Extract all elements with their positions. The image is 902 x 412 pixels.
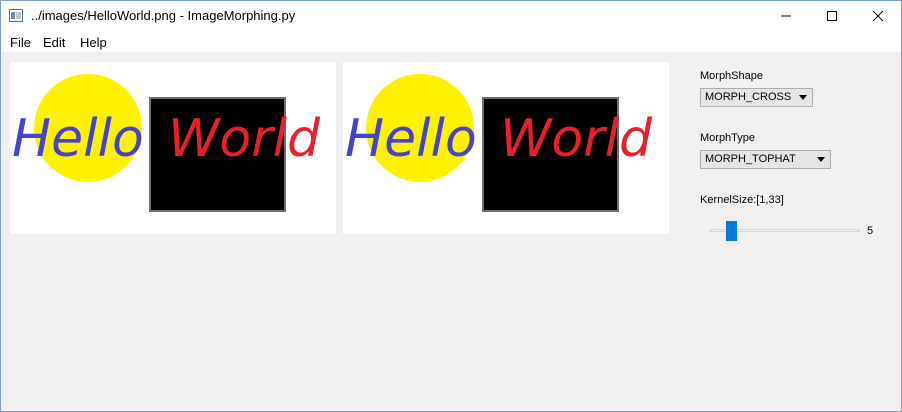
app-icon [9,9,23,22]
hello-text: Hello [12,109,144,169]
close-icon [872,10,884,22]
morph-type-label: MorphType [700,132,756,144]
chevron-down-icon [817,157,825,162]
close-button[interactable] [855,1,901,31]
hello-text: Hello [345,109,477,169]
result-image: Hello World [343,62,669,234]
window-title: ../images/HelloWorld.png - ImageMorphing… [31,8,296,23]
kernel-size-value: 5 [867,225,874,237]
world-text: World [500,109,653,169]
result-image-canvas: Hello World [345,74,653,212]
minimize-button[interactable] [763,1,809,31]
morph-shape-label: MorphShape [700,70,763,82]
source-image-canvas: Hello World [12,74,321,212]
maximize-icon [827,11,837,21]
morph-type-value: MORPH_TOPHAT [705,153,796,165]
title-bar[interactable]: ../images/HelloWorld.png - ImageMorphing… [1,1,901,31]
app-window: ../images/HelloWorld.png - ImageMorphing… [0,0,902,412]
maximize-button[interactable] [809,1,855,31]
morph-shape-value: MORPH_CROSS [705,91,792,103]
source-image: Hello World [10,62,336,234]
minimize-icon [781,15,791,17]
kernel-size-slider-thumb[interactable] [726,221,737,241]
kernel-size-label: KernelSize:[1,33] [700,194,784,206]
chevron-down-icon [799,95,807,100]
world-text: World [168,109,321,169]
menu-edit[interactable]: Edit [43,35,65,50]
morph-shape-combo[interactable]: MORPH_CROSS [700,88,813,107]
morph-type-combo[interactable]: MORPH_TOPHAT [700,150,831,169]
menu-file[interactable]: File [10,35,31,50]
menu-bar: File Edit Help [1,31,901,52]
menu-help[interactable]: Help [80,35,107,50]
